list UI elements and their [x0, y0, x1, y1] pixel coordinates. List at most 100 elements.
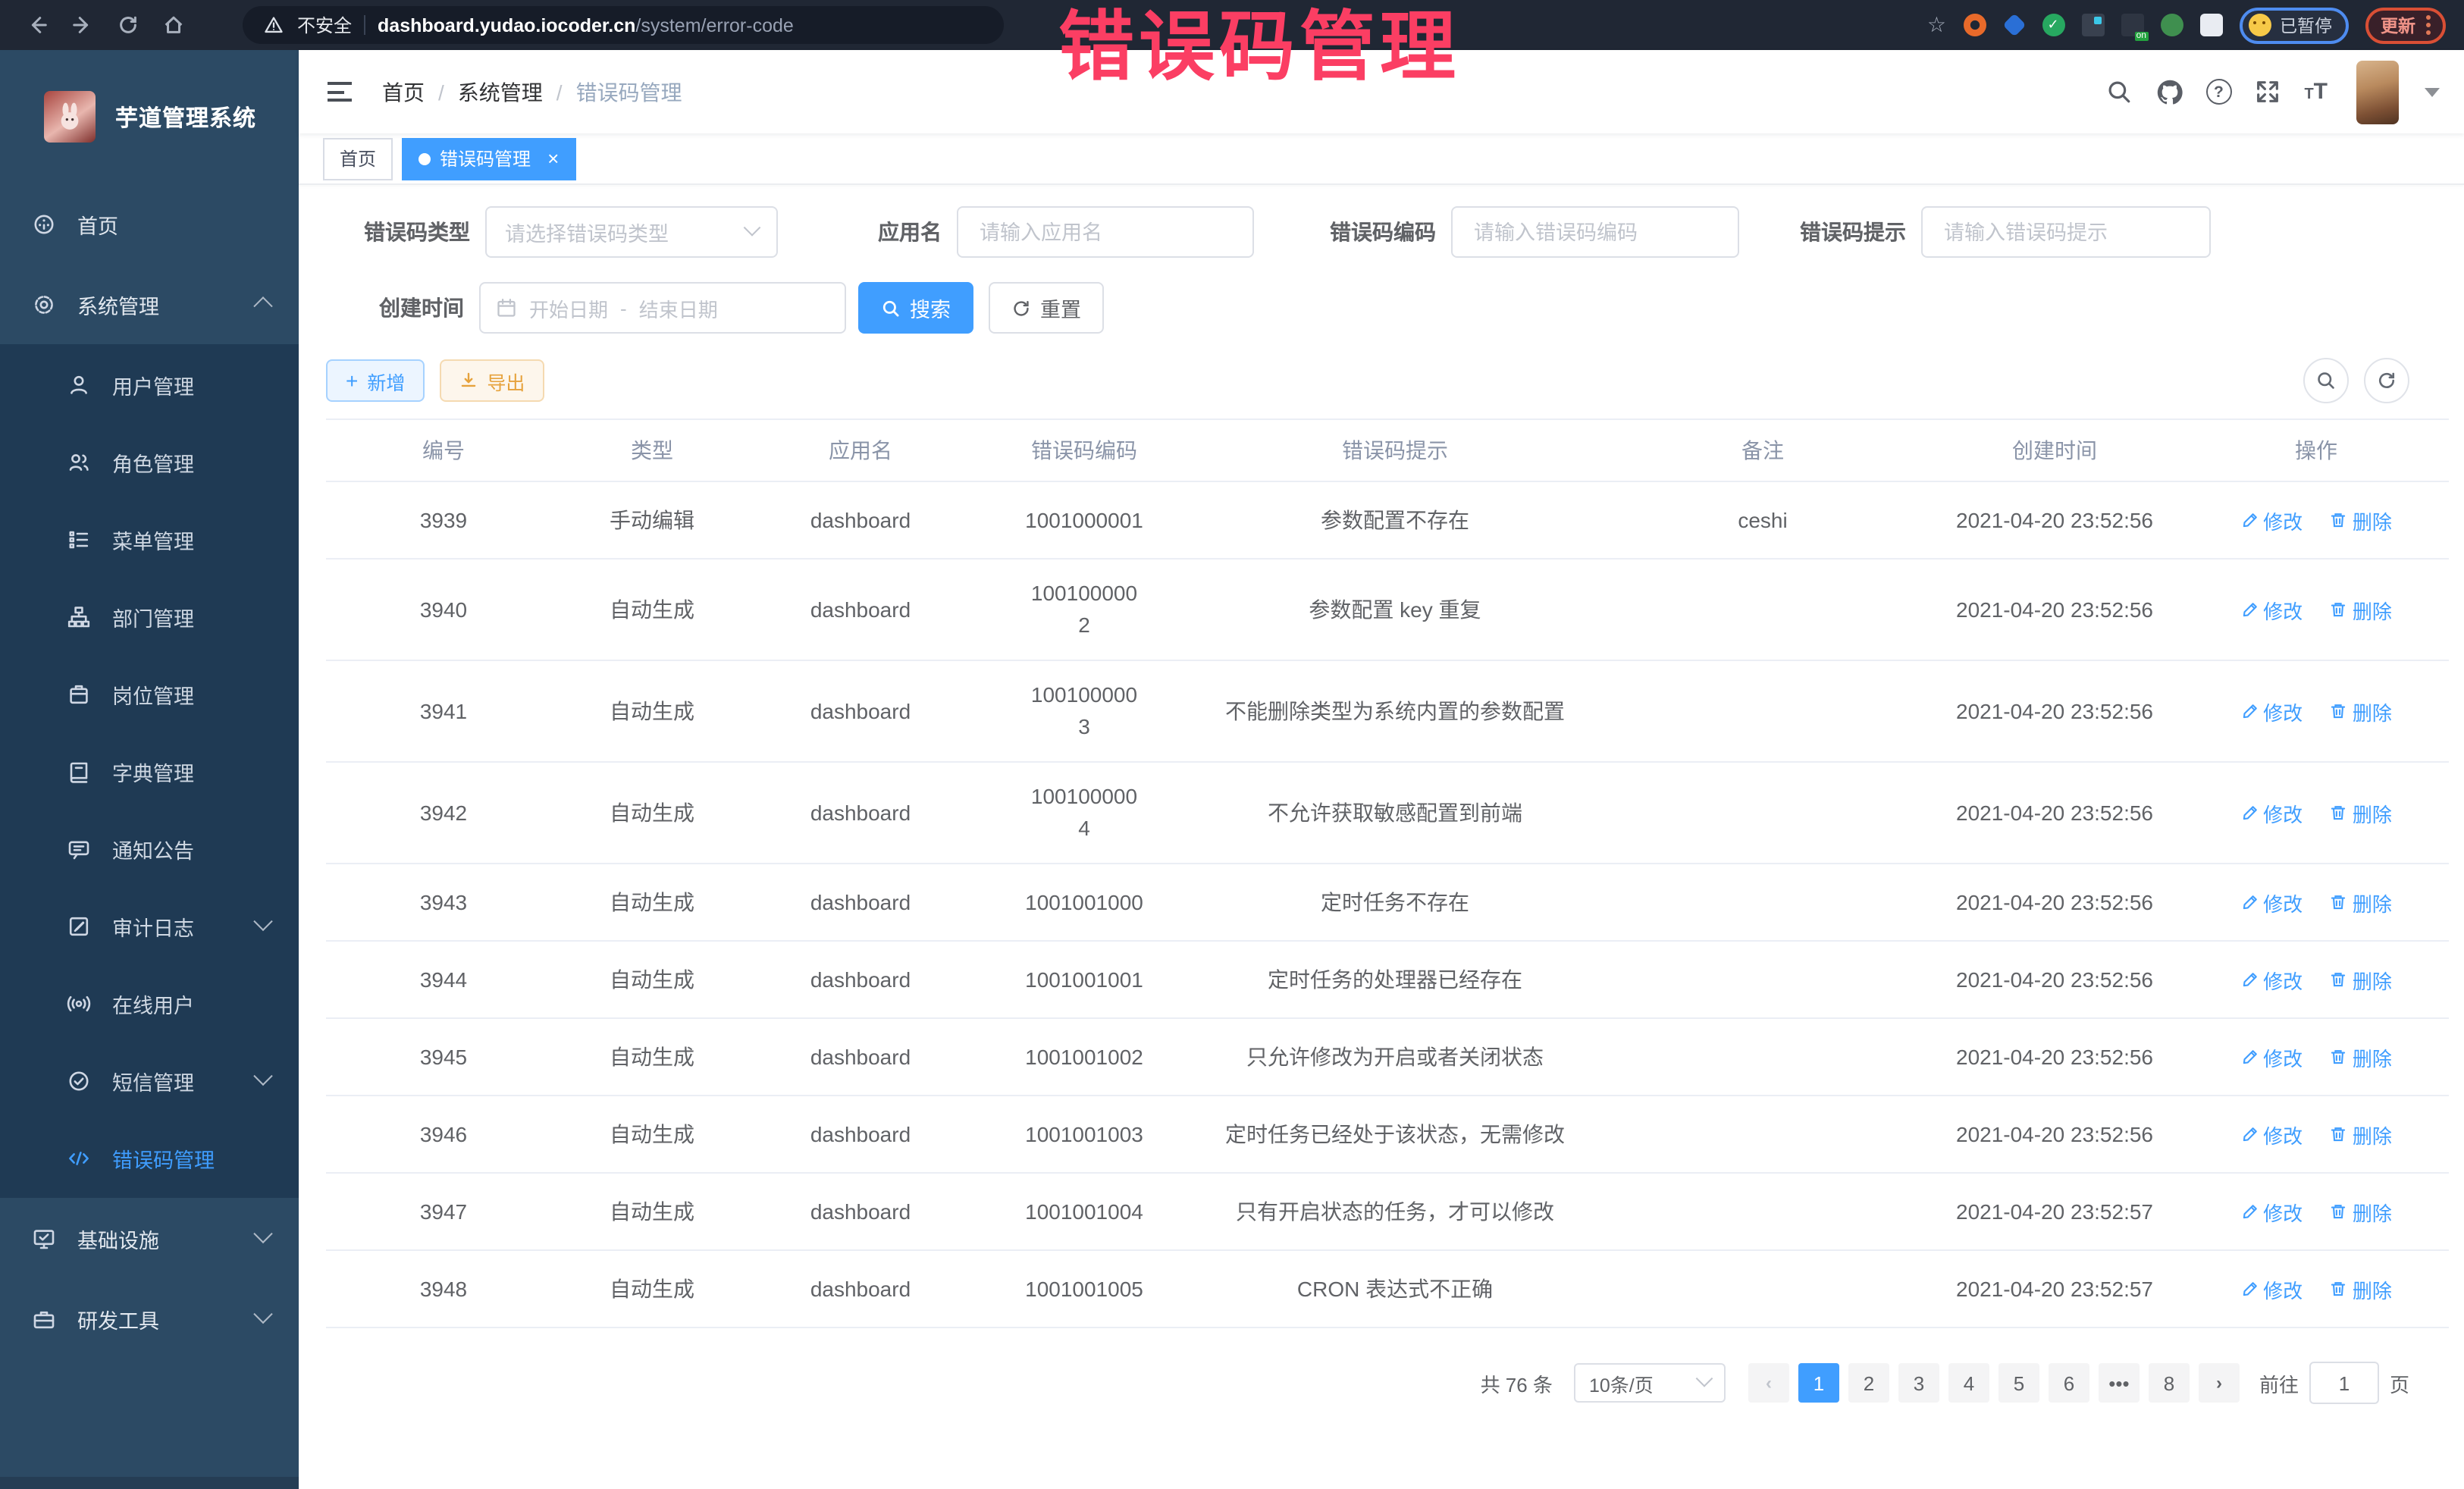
search-button[interactable]: 搜索: [858, 282, 973, 334]
extension-icon[interactable]: [2002, 13, 2025, 36]
user-menu-caret-icon[interactable]: [2425, 87, 2440, 96]
browser-home-icon[interactable]: [161, 13, 185, 37]
edit-link[interactable]: 修改: [2240, 965, 2303, 994]
sidebar-item-notice-announcement[interactable]: 通知公告: [0, 810, 299, 887]
date-range-picker[interactable]: 开始日期 - 结束日期: [479, 282, 846, 334]
sidebar-item-dev-tools[interactable]: 研发工具: [0, 1278, 299, 1359]
sidebar-item-system-management[interactable]: 系统管理: [0, 264, 299, 344]
sidebar-item-dept-management[interactable]: 部门管理: [0, 578, 299, 655]
sidebar-item-user-management[interactable]: 用户管理: [0, 346, 299, 423]
breadcrumb-home[interactable]: 首页: [382, 77, 425, 107]
cell-operations: 修改 删除: [2183, 481, 2449, 559]
cell-create-time: 2021-04-20 23:52:56: [1926, 559, 2183, 660]
extension-icon[interactable]: [2121, 14, 2143, 36]
breadcrumb-system[interactable]: 系统管理: [458, 77, 543, 107]
hamburger-icon[interactable]: [321, 76, 358, 108]
github-icon[interactable]: [2155, 78, 2183, 105]
edit-link[interactable]: 修改: [2240, 1274, 2303, 1303]
browser-back-icon[interactable]: [24, 13, 49, 37]
delete-link[interactable]: 删除: [2330, 1042, 2392, 1071]
edit-link[interactable]: 修改: [2240, 595, 2303, 624]
page-button-2[interactable]: 2: [1848, 1363, 1889, 1403]
sidebar-item-post-management[interactable]: 岗位管理: [0, 655, 299, 732]
delete-link[interactable]: 删除: [2330, 888, 2392, 917]
sidebar-item-home[interactable]: 首页: [0, 183, 299, 264]
prev-page-button[interactable]: ‹: [1748, 1363, 1789, 1403]
delete-link[interactable]: 删除: [2330, 595, 2392, 624]
page-button-6[interactable]: 6: [2049, 1363, 2089, 1403]
pager-ellipsis[interactable]: •••: [2099, 1363, 2140, 1403]
edit-link[interactable]: 修改: [2240, 697, 2303, 726]
browser-forward-icon[interactable]: [70, 13, 94, 37]
tag-home[interactable]: 首页: [323, 137, 393, 180]
tag-error-code-management[interactable]: 错误码管理 ×: [402, 137, 575, 180]
delete-link[interactable]: 删除: [2330, 697, 2392, 726]
edit-link[interactable]: 修改: [2240, 1042, 2303, 1071]
font-size-icon[interactable]: TT: [2304, 80, 2328, 103]
app-logo-row[interactable]: 芋道管理系统: [0, 50, 299, 183]
edit-link[interactable]: 修改: [2240, 1197, 2303, 1226]
user-avatar[interactable]: [2356, 60, 2399, 124]
sidebar-item-infrastructure[interactable]: 基础设施: [0, 1198, 299, 1278]
edit-link[interactable]: 修改: [2240, 798, 2303, 827]
next-page-button[interactable]: ›: [2199, 1363, 2240, 1403]
sidebar-item-sms-management[interactable]: 短信管理: [0, 1042, 299, 1119]
code-icon: [67, 1146, 91, 1170]
page-button-8[interactable]: 8: [2149, 1363, 2190, 1403]
delete-link[interactable]: 删除: [2330, 1274, 2392, 1303]
page-button-3[interactable]: 3: [1898, 1363, 1939, 1403]
sidebar-item-audit-log[interactable]: 审计日志: [0, 887, 299, 964]
page-button-1[interactable]: 1: [1798, 1363, 1839, 1403]
page-size-select[interactable]: 10条/页: [1574, 1363, 1726, 1403]
delete-link[interactable]: 删除: [2330, 506, 2392, 534]
show-search-toggle-button[interactable]: [2303, 358, 2349, 403]
app-name-input[interactable]: [977, 219, 1234, 245]
browser-menu-icon[interactable]: [2426, 15, 2431, 35]
edit-link[interactable]: 修改: [2240, 1120, 2303, 1149]
extension-icon[interactable]: [2160, 14, 2183, 36]
page-button-4[interactable]: 4: [1948, 1363, 1989, 1403]
cell-type: 自动生成: [561, 941, 743, 1018]
cell-type: 自动生成: [561, 864, 743, 941]
filter-form-row-1: 错误码类型 请选择错误码类型 应用名 错误码编码 错误码提示: [326, 206, 2449, 258]
table-row: 3948 自动生成 dashboard 1001001005 CRON 表达式不…: [326, 1250, 2449, 1328]
help-icon[interactable]: ?: [2205, 79, 2231, 105]
cell-operations: 修改 删除: [2183, 559, 2449, 660]
cell-id: 3940: [326, 559, 561, 660]
delete-link[interactable]: 删除: [2330, 1197, 2392, 1226]
browser-reload-icon[interactable]: [115, 13, 140, 37]
browser-update-button[interactable]: 更新: [2365, 7, 2446, 43]
sidebar-item-dict-management[interactable]: 字典管理: [0, 732, 299, 810]
table-header-row: 编号 类型 应用名 错误码编码 错误码提示 备注 创建时间 操作: [326, 419, 2449, 481]
search-icon[interactable]: [2105, 78, 2133, 105]
sidebar-item-role-management[interactable]: 角色管理: [0, 423, 299, 500]
extension-icon[interactable]: [1963, 14, 1986, 36]
sidebar-item-error-code-management[interactable]: 错误码管理: [0, 1119, 299, 1196]
delete-link[interactable]: 删除: [2330, 1120, 2392, 1149]
cell-remark: [1600, 1018, 1926, 1096]
extension-icon[interactable]: ✓: [2042, 14, 2064, 36]
cell-id: 3943: [326, 864, 561, 941]
sidebar-item-online-users[interactable]: 在线用户: [0, 964, 299, 1042]
sidebar-item-menu-management[interactable]: 菜单管理: [0, 500, 299, 578]
extensions-puzzle-icon[interactable]: [2199, 14, 2222, 36]
delete-link[interactable]: 删除: [2330, 798, 2392, 827]
edit-link[interactable]: 修改: [2240, 506, 2303, 534]
add-button[interactable]: + 新增: [326, 359, 425, 402]
goto-page-input[interactable]: [2309, 1362, 2379, 1404]
address-bar[interactable]: 不安全 dashboard.yudao.iocoder.cn/system/er…: [243, 6, 1004, 44]
browser-profile-badge[interactable]: 已暂停: [2239, 7, 2349, 43]
error-message-input[interactable]: [1941, 219, 2191, 245]
fullscreen-icon[interactable]: [2254, 78, 2281, 105]
bookmark-star-icon[interactable]: ☆: [1927, 12, 1946, 38]
extension-icon[interactable]: [2081, 14, 2104, 36]
delete-link[interactable]: 删除: [2330, 965, 2392, 994]
reset-button[interactable]: 重置: [989, 282, 1104, 334]
export-button[interactable]: 导出: [440, 359, 544, 402]
tag-close-icon[interactable]: ×: [547, 149, 559, 168]
refresh-button[interactable]: [2364, 358, 2409, 403]
error-type-select[interactable]: 请选择错误码类型: [485, 206, 778, 258]
page-button-5[interactable]: 5: [1998, 1363, 2039, 1403]
edit-link[interactable]: 修改: [2240, 888, 2303, 917]
error-code-input[interactable]: [1471, 219, 1719, 245]
